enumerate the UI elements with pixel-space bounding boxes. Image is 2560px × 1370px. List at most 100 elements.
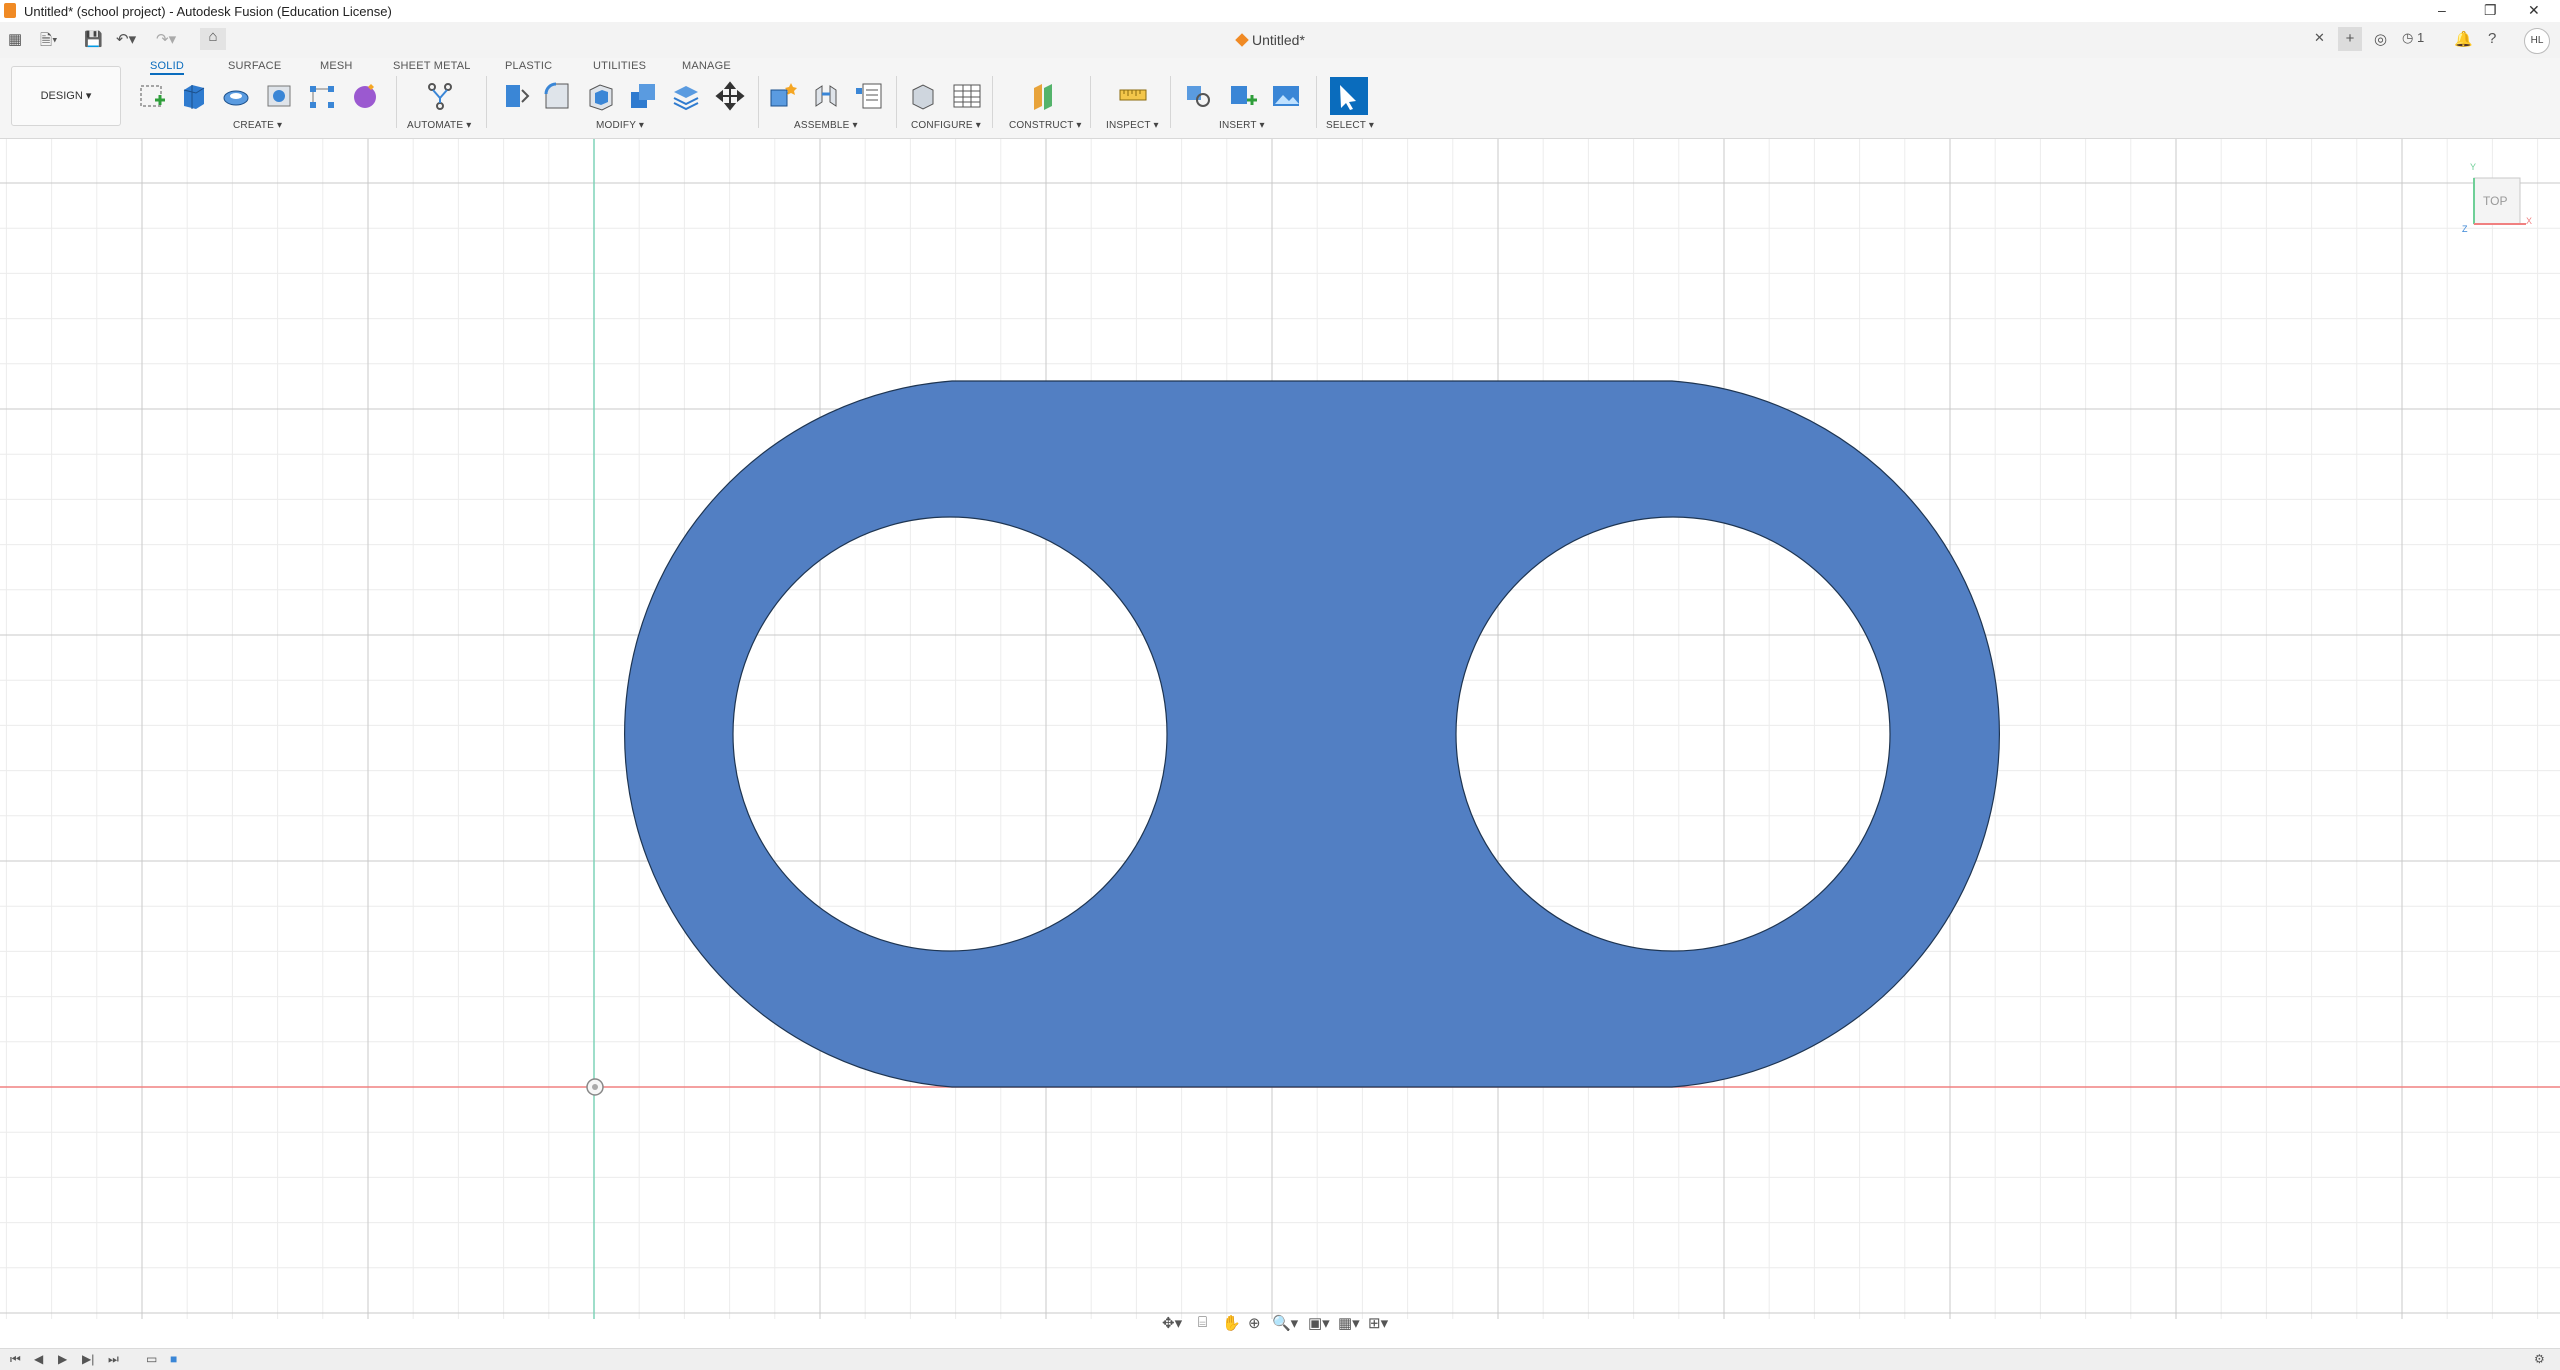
create-menu[interactable]: CREATE ▾ xyxy=(233,120,282,131)
workspace-switcher[interactable]: DESIGN ▾ xyxy=(11,66,121,126)
ribbon-divider xyxy=(758,76,759,128)
new-tab-icon[interactable]: + xyxy=(2338,27,2362,51)
file-icon[interactable]: 🗎▾ xyxy=(40,30,58,55)
play-icon[interactable]: ▶ xyxy=(58,1352,67,1366)
viewcube[interactable]: TOP Y X Z xyxy=(2462,162,2532,234)
bill-of-materials-icon[interactable] xyxy=(853,80,885,112)
ribbon-divider xyxy=(396,76,397,128)
viewcube-y-label: Y xyxy=(2470,162,2477,172)
job-count: 1 xyxy=(2416,30,2425,45)
pan-icon[interactable]: ✋ xyxy=(1222,1314,1241,1332)
canvas-image-icon[interactable] xyxy=(1270,80,1302,112)
timeline: ⏮ ◀ ▶ ▶| ⏭ ▭ ■ ⚙ xyxy=(0,1348,2560,1370)
origin-point[interactable] xyxy=(586,1078,604,1096)
automate-icon[interactable] xyxy=(424,80,456,112)
timeline-sketch-icon[interactable]: ▭ xyxy=(146,1352,157,1366)
help-icon[interactable]: ? xyxy=(2488,30,2496,47)
job-status-icon[interactable]: ◷ 1 xyxy=(2402,30,2424,46)
home-icon[interactable]: ⌂ xyxy=(200,28,226,50)
timeline-extrude-icon[interactable]: ■ xyxy=(170,1352,177,1366)
form-icon[interactable] xyxy=(349,80,381,112)
redo-icon[interactable]: ↷▾ xyxy=(156,30,176,48)
slot-link-body[interactable] xyxy=(623,380,2001,1088)
select-menu[interactable]: SELECT ▾ xyxy=(1326,120,1374,131)
viewports-icon[interactable]: ⊞▾ xyxy=(1368,1314,1388,1332)
insert-derive-icon[interactable] xyxy=(1183,80,1215,112)
maximize-button[interactable]: ❐ xyxy=(2484,2,2497,19)
tab-mesh[interactable]: MESH xyxy=(320,60,353,72)
insert-menu[interactable]: INSERT ▾ xyxy=(1219,120,1265,131)
tab-utilities[interactable]: UTILITIES xyxy=(593,60,646,72)
document-icon xyxy=(1235,33,1249,47)
tab-sheet-metal[interactable]: SHEET METAL xyxy=(393,60,471,72)
joint-icon[interactable] xyxy=(810,80,842,112)
tab-plastic[interactable]: PLASTIC xyxy=(505,60,552,72)
assemble-menu[interactable]: ASSEMBLE ▾ xyxy=(794,120,858,131)
step-back-icon[interactable]: ◀ xyxy=(34,1352,43,1366)
grid-settings-icon[interactable]: ▦▾ xyxy=(1338,1314,1360,1332)
pattern-icon[interactable] xyxy=(306,80,338,112)
ribbon-divider xyxy=(1090,76,1091,128)
look-at-icon[interactable]: ⌸ xyxy=(1198,1314,1207,1331)
combine-icon[interactable] xyxy=(627,80,659,112)
tab-manage[interactable]: MANAGE xyxy=(682,60,731,72)
undo-icon[interactable]: ↶▾ xyxy=(116,30,136,48)
hole-icon[interactable] xyxy=(263,80,295,112)
ribbon-divider xyxy=(1316,76,1317,128)
avatar[interactable]: HL xyxy=(2524,28,2550,54)
zoom-icon[interactable]: ⊕ xyxy=(1248,1314,1261,1332)
display-settings-icon[interactable]: ▣▾ xyxy=(1308,1314,1330,1332)
viewcube-z-label: Z xyxy=(2462,224,2468,234)
minimize-button[interactable]: – xyxy=(2438,2,2446,18)
extensions-icon[interactable]: ◎ xyxy=(2374,30,2387,48)
extrude-icon[interactable] xyxy=(178,80,210,112)
ribbon-divider xyxy=(992,76,993,128)
automate-menu[interactable]: AUTOMATE ▾ xyxy=(407,120,471,131)
inspect-menu[interactable]: INSPECT ▾ xyxy=(1106,120,1159,131)
notifications-icon[interactable]: 🔔 xyxy=(2454,30,2473,48)
measure-icon[interactable] xyxy=(1117,80,1149,112)
viewcube-x-label: X xyxy=(2526,216,2533,226)
close-tab-icon[interactable]: ✕ xyxy=(2314,30,2325,46)
select-icon[interactable] xyxy=(1330,77,1368,115)
ribbon: DESIGN ▾ SOLID SURFACE MESH SHEET METAL … xyxy=(0,58,2560,139)
configure-menu[interactable]: CONFIGURE ▾ xyxy=(911,120,981,131)
ribbon-divider xyxy=(1170,76,1171,128)
press-pull-icon[interactable] xyxy=(500,80,532,112)
offset-plane-icon[interactable] xyxy=(1028,80,1060,112)
configure-design-icon[interactable] xyxy=(907,80,939,112)
shell-icon[interactable] xyxy=(585,80,617,112)
viewcube-face-label[interactable]: TOP xyxy=(2483,194,2507,208)
timeline-settings-icon[interactable]: ⚙ xyxy=(2534,1352,2545,1366)
grid-icon[interactable]: ▦ xyxy=(8,30,22,48)
fit-icon[interactable]: 🔍▾ xyxy=(1272,1314,1298,1332)
move-copy-icon[interactable] xyxy=(714,80,746,112)
fusion-app-icon xyxy=(4,3,16,18)
configuration-table-icon[interactable] xyxy=(951,80,983,112)
go-to-start-icon[interactable]: ⏮ xyxy=(10,1352,21,1367)
window-title: Untitled* (school project) - Autodesk Fu… xyxy=(24,4,392,19)
create-sketch-icon[interactable] xyxy=(137,80,169,112)
close-window-button[interactable]: ✕ xyxy=(2528,2,2540,19)
step-forward-icon[interactable]: ▶| xyxy=(82,1352,94,1366)
go-to-end-icon[interactable]: ⏭ xyxy=(108,1352,119,1367)
new-component-icon[interactable] xyxy=(767,80,799,112)
fillet-icon[interactable] xyxy=(541,80,573,112)
document-tab[interactable]: Untitled* xyxy=(1235,32,1305,48)
navigation-bar: ✥▾ ⌸ ✋ ⊕ 🔍▾ ▣▾ ▦▾ ⊞▾ xyxy=(1160,1311,1400,1335)
orbit-icon[interactable]: ✥▾ xyxy=(1162,1314,1182,1332)
offset-face-icon[interactable] xyxy=(670,80,702,112)
graphics-canvas[interactable] xyxy=(0,139,2560,1319)
save-icon[interactable]: 💾 xyxy=(84,30,103,48)
tab-solid[interactable]: SOLID xyxy=(150,60,185,75)
modify-menu[interactable]: MODIFY ▾ xyxy=(596,120,644,131)
tab-surface[interactable]: SURFACE xyxy=(228,60,281,72)
ribbon-divider xyxy=(486,76,487,128)
construct-menu[interactable]: CONSTRUCT ▾ xyxy=(1009,120,1082,131)
quick-access-toolbar: ▦ 🗎▾ 💾 ↶▾ ↷▾ ⌂ Untitled* ✕ + ◎ ◷ 1 🔔 ? H… xyxy=(0,22,2560,59)
document-tab-label: Untitled* xyxy=(1252,32,1305,48)
revolve-icon[interactable] xyxy=(220,80,252,112)
title-bar: Untitled* (school project) - Autodesk Fu… xyxy=(0,0,2560,22)
insert-mesh-icon[interactable] xyxy=(1227,80,1259,112)
ribbon-divider xyxy=(896,76,897,128)
